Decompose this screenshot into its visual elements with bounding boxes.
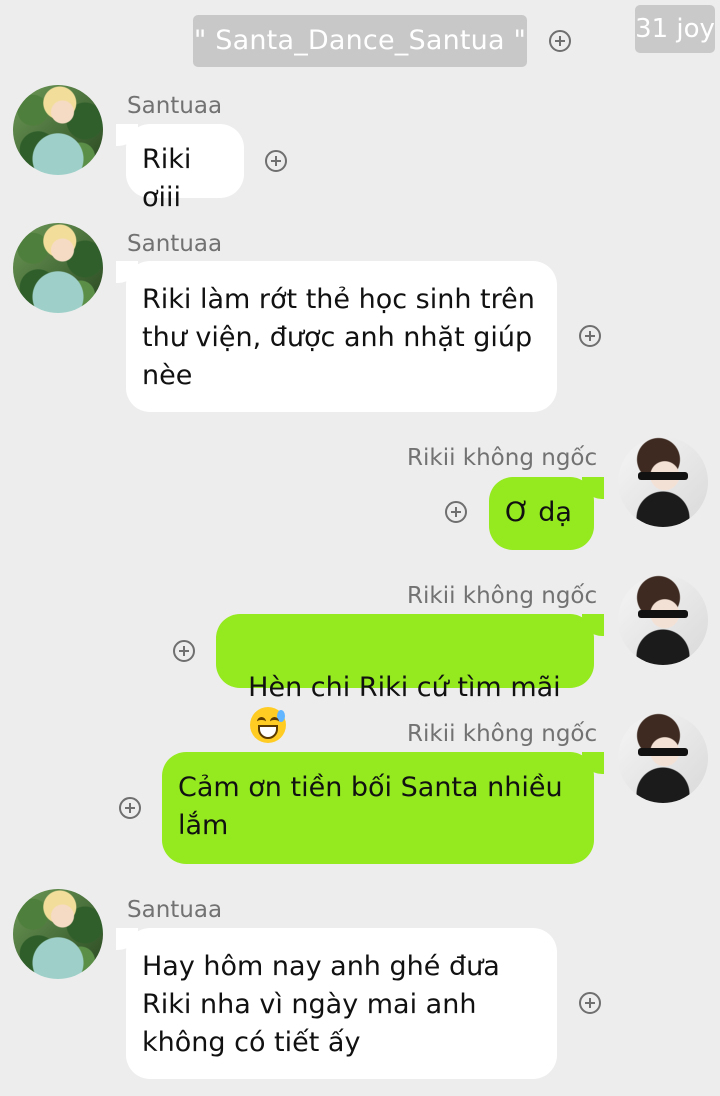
message-bubble[interactable]: Riki ơiii — [116, 124, 244, 213]
add-reaction-icon[interactable] — [579, 325, 601, 347]
message-bubble[interactable]: Hèn chi Riki cứ tìm mãi — [216, 614, 604, 743]
sender-name: Santuaa — [127, 231, 223, 257]
santuaa-avatar[interactable] — [13, 85, 103, 175]
emoji-mouth — [258, 725, 279, 739]
message-bubble[interactable]: Ơ dạ — [489, 477, 604, 550]
sender-name: Santuaa — [127, 93, 223, 119]
corner-badge: 31 joy — [635, 5, 715, 53]
add-reaction-icon[interactable] — [445, 501, 467, 523]
add-reaction-icon[interactable] — [173, 640, 195, 662]
rikii-avatar[interactable] — [618, 575, 708, 665]
message-bubble[interactable]: Hay hôm nay anh ghé đưa Riki nha vì ngày… — [116, 928, 557, 1079]
message-bubble[interactable]: Riki làm rớt thẻ học sinh trên thư viện,… — [116, 261, 557, 412]
add-reaction-icon[interactable] — [265, 150, 287, 172]
add-reaction-icon[interactable] — [579, 992, 601, 1014]
sender-name: Rikii không ngốc — [407, 445, 598, 471]
grinning-face-with-sweat-emoji — [250, 707, 287, 743]
rikii-avatar[interactable] — [618, 713, 708, 803]
sender-name: Rikii không ngốc — [407, 583, 598, 609]
sender-name: Santuaa — [127, 897, 223, 923]
rikii-avatar[interactable] — [618, 437, 708, 527]
add-reaction-icon[interactable] — [119, 797, 141, 819]
chat-title: " Santa_Dance_Santua " — [193, 15, 527, 67]
santuaa-avatar[interactable] — [13, 223, 103, 313]
message-bubble[interactable]: Cảm ơn tiền bối Santa nhiều lắm — [162, 752, 604, 864]
add-title-icon[interactable] — [549, 30, 571, 52]
santuaa-avatar[interactable] — [13, 889, 103, 979]
emoji-sweat-drop — [277, 710, 286, 722]
sender-name: Rikii không ngốc — [407, 721, 598, 747]
message-text: Hèn chi Riki cứ tìm mãi — [248, 672, 561, 703]
